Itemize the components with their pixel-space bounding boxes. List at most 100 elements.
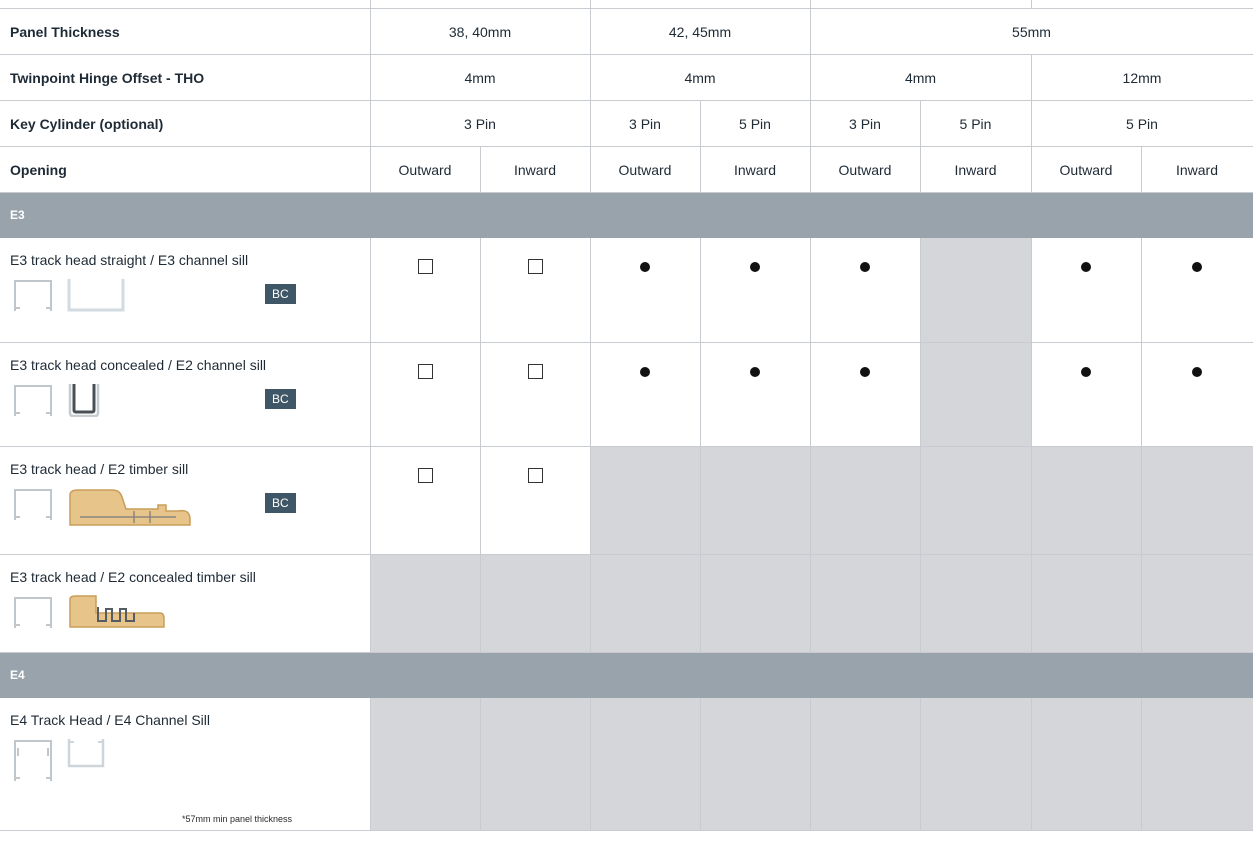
profile-drawings <box>12 383 110 417</box>
availability-cell <box>590 237 701 343</box>
channel-sill-profile-icon <box>67 279 125 312</box>
availability-cell <box>370 342 481 447</box>
top-strip <box>0 0 1253 9</box>
checkbox-square-icon <box>527 468 543 483</box>
channel-sill-profile-icon <box>68 384 100 417</box>
filled-dot-icon <box>750 367 760 377</box>
opening-value: Outward <box>370 146 481 193</box>
availability-cell <box>810 697 921 831</box>
availability-cell <box>810 342 921 447</box>
track-head-profile-icon <box>14 385 52 416</box>
availability-cell <box>1031 446 1142 555</box>
bc-badge: BC <box>265 389 296 409</box>
row-label-cell: E3 track head straight / E3 channel sill… <box>0 237 371 343</box>
availability-cell <box>810 446 921 555</box>
availability-cell <box>700 554 811 653</box>
opening-value: Inward <box>920 146 1032 193</box>
availability-cell <box>700 446 811 555</box>
row-label-cell: E4 Track Head / E4 Channel Sill *57mm mi… <box>0 697 371 831</box>
availability-cell <box>370 446 481 555</box>
availability-cell <box>370 697 481 831</box>
key-cylinder-group: 5 Pin <box>920 100 1032 147</box>
hinge-offset-group: 4mm <box>370 54 591 101</box>
profile-drawings <box>12 595 174 629</box>
table-row: E4 Track Head / E4 Channel Sill *57mm mi… <box>0 697 1253 831</box>
profile-drawings <box>12 738 114 782</box>
checkbox-square-icon <box>527 259 543 274</box>
bc-badge: BC <box>265 493 296 513</box>
section-header-e3: E3 <box>0 192 1253 238</box>
row-label-cell: E3 track head concealed / E2 channel sil… <box>0 342 371 447</box>
panel-thickness-group: 55mm <box>810 8 1253 55</box>
filled-dot-icon <box>640 262 650 272</box>
concealed-timber-sill-profile-icon <box>69 595 165 628</box>
availability-cell <box>590 554 701 653</box>
availability-cell <box>480 446 591 555</box>
table-row: E3 track head concealed / E2 channel sil… <box>0 342 1253 447</box>
track-head-profile-icon <box>14 280 52 311</box>
filled-dot-icon <box>1192 367 1202 377</box>
track-head-profile-icon <box>14 489 52 520</box>
section-title: E4 <box>0 652 1253 698</box>
availability-cell <box>1141 697 1253 831</box>
availability-cell <box>1031 697 1142 831</box>
row-label: E4 Track Head / E4 Channel Sill <box>10 712 210 728</box>
footnote: *57mm min panel thickness <box>182 814 293 824</box>
table-row: E3 track head straight / E3 channel sill… <box>0 237 1253 343</box>
hinge-offset-label: Twinpoint Hinge Offset - THO <box>0 54 371 101</box>
availability-cell <box>1031 342 1142 447</box>
availability-cell <box>1141 237 1253 343</box>
row-label: E3 track head concealed / E2 channel sil… <box>10 357 267 373</box>
availability-cell <box>590 697 701 831</box>
key-cylinder-row: Key Cylinder (optional) 3 Pin 3 Pin 5 Pi… <box>0 100 1253 147</box>
opening-value: Inward <box>1141 146 1253 193</box>
section-title: E3 <box>0 192 1253 238</box>
panel-thickness-row: Panel Thickness 38, 40mm 42, 45mm 55mm <box>0 8 1253 55</box>
panel-thickness-label: Panel Thickness <box>0 8 371 55</box>
key-cylinder-group: 3 Pin <box>370 100 591 147</box>
hinge-offset-group: 12mm <box>1031 54 1253 101</box>
opening-value: Outward <box>810 146 921 193</box>
availability-cell <box>700 342 811 447</box>
availability-cell <box>920 237 1032 343</box>
checkbox-square-icon <box>417 364 433 379</box>
table-row: E3 track head / E2 timber sill BC <box>0 446 1253 555</box>
opening-label: Opening <box>0 146 371 193</box>
availability-cell <box>370 554 481 653</box>
row-label-cell: E3 track head / E2 concealed timber sill <box>0 554 371 653</box>
availability-cell <box>1141 342 1253 447</box>
key-cylinder-group: 5 Pin <box>1031 100 1253 147</box>
availability-cell <box>920 697 1032 831</box>
availability-cell <box>810 554 921 653</box>
channel-sill-profile-icon <box>67 739 105 768</box>
hinge-offset-row: Twinpoint Hinge Offset - THO 4mm 4mm 4mm… <box>0 54 1253 101</box>
availability-cell <box>920 446 1032 555</box>
hinge-offset-group: 4mm <box>590 54 811 101</box>
availability-cell <box>480 554 591 653</box>
section-header-e4: E4 <box>0 652 1253 698</box>
key-cylinder-group: 5 Pin <box>700 100 811 147</box>
availability-cell <box>810 237 921 343</box>
hinge-offset-group: 4mm <box>810 54 1032 101</box>
row-label-cell: E3 track head / E2 timber sill BC <box>0 446 371 555</box>
opening-value: Outward <box>590 146 701 193</box>
row-label: E3 track head / E2 timber sill <box>10 461 189 477</box>
table-row: E3 track head / E2 concealed timber sill <box>0 554 1253 653</box>
filled-dot-icon <box>750 262 760 272</box>
timber-sill-profile-icon <box>69 489 191 526</box>
availability-cell <box>590 342 701 447</box>
filled-dot-icon <box>1192 262 1202 272</box>
availability-cell <box>920 554 1032 653</box>
filled-dot-icon <box>860 262 870 272</box>
profile-drawings <box>12 487 204 527</box>
availability-cell <box>920 342 1032 447</box>
availability-cell <box>480 697 591 831</box>
filled-dot-icon <box>1081 367 1091 377</box>
key-cylinder-group: 3 Pin <box>810 100 921 147</box>
availability-cell <box>480 237 591 343</box>
key-cylinder-label: Key Cylinder (optional) <box>0 100 371 147</box>
availability-cell <box>590 446 701 555</box>
opening-row: Opening Outward Inward Outward Inward Ou… <box>0 146 1253 193</box>
availability-cell <box>1031 554 1142 653</box>
opening-value: Inward <box>700 146 811 193</box>
